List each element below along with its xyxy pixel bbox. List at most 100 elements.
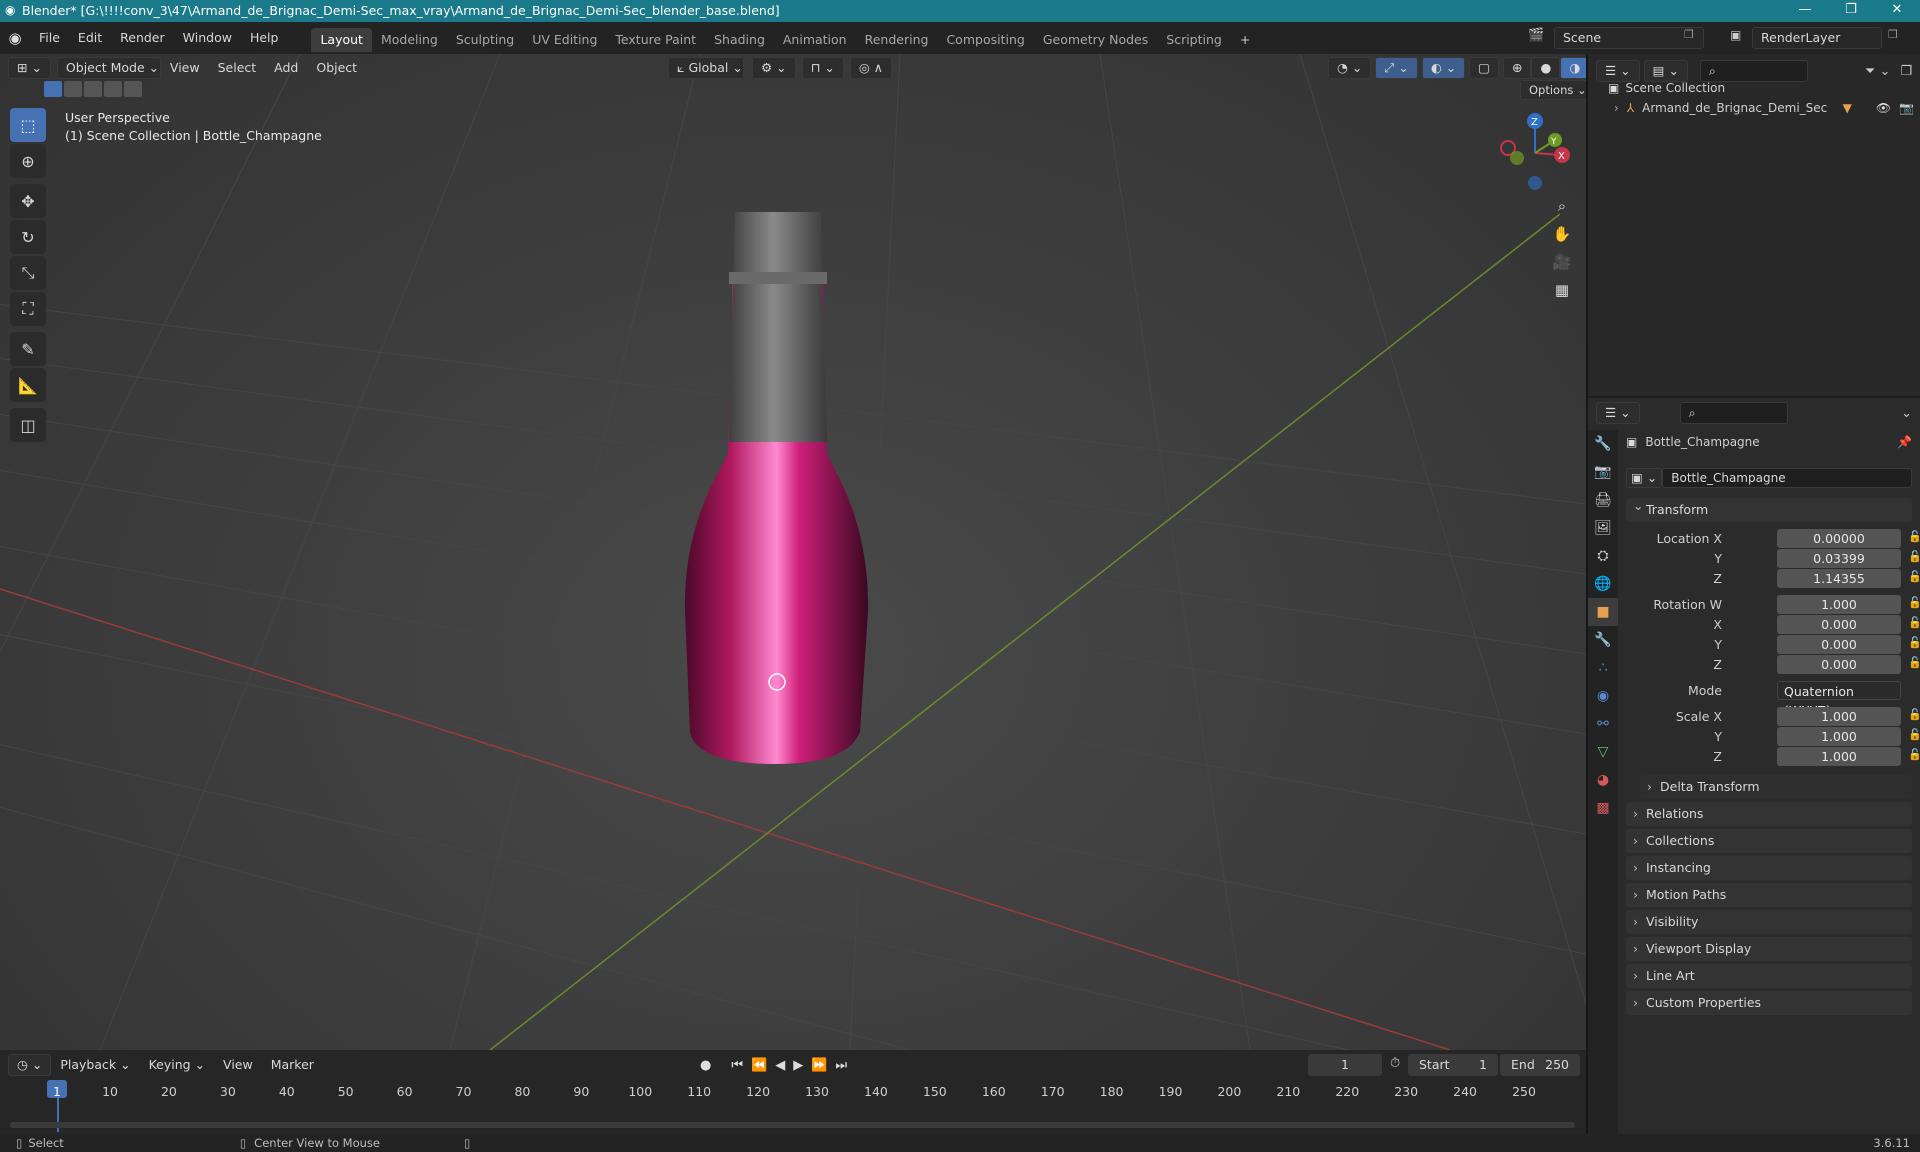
scale-z-field[interactable]: 1.000 xyxy=(1777,747,1901,766)
tab-rendering[interactable]: Rendering xyxy=(856,28,938,52)
scene-selector[interactable]: Scene xyxy=(1554,27,1704,49)
rotation-mode-dropdown[interactable]: Quaternion (WXYZ) ⌄ xyxy=(1777,681,1901,718)
viewport-display-section[interactable]: Viewport Display xyxy=(1626,937,1912,961)
object-mode-dropdown[interactable]: Object Mode ⌄ xyxy=(56,57,161,79)
scale-y-field[interactable]: 1.000 xyxy=(1777,727,1901,746)
tab-shading[interactable]: Shading xyxy=(705,28,774,52)
zoom-icon[interactable]: ⌕ xyxy=(1548,192,1576,220)
relations-section[interactable]: Relations xyxy=(1626,802,1912,826)
timeline-scrollbar[interactable] xyxy=(10,1122,1575,1128)
particles-tab-icon[interactable]: ∴ xyxy=(1588,654,1618,682)
new-scene-icon[interactable]: ❐ xyxy=(1684,28,1694,41)
view-layer-selector[interactable]: RenderLayer xyxy=(1752,27,1882,49)
measure-tool[interactable]: 📐 xyxy=(10,368,46,402)
render-camera-icon[interactable]: 📷 xyxy=(1899,101,1914,115)
wireframe-shading-icon[interactable]: ⊕ xyxy=(1502,57,1532,79)
jump-end-icon[interactable]: ⏭ xyxy=(835,1058,847,1073)
pan-hand-icon[interactable]: ✋ xyxy=(1548,220,1576,248)
menu-window[interactable]: Window xyxy=(174,22,241,54)
lock-icon[interactable]: 🔓 xyxy=(1908,636,1920,649)
properties-search-input[interactable]: ⌕ xyxy=(1679,402,1788,424)
move-tool[interactable]: ✥ xyxy=(10,184,46,218)
lock-icon[interactable]: 🔓 xyxy=(1908,728,1920,741)
filter-icon[interactable]: ⏷ ⌄ xyxy=(1865,64,1890,79)
rotation-y-field[interactable]: 0.000 xyxy=(1777,635,1901,654)
cursor-tool[interactable]: ⊕ xyxy=(10,144,46,178)
texture-tab-icon[interactable]: ▩ xyxy=(1588,794,1618,822)
tab-texture-paint[interactable]: Texture Paint xyxy=(606,28,705,52)
viewport-menu-view[interactable]: View xyxy=(161,54,209,82)
next-keyframe-icon[interactable]: ⏩ xyxy=(811,1058,827,1073)
lock-icon[interactable]: 🔓 xyxy=(1908,656,1920,669)
perspective-toggle-icon[interactable]: ▦ xyxy=(1548,276,1576,304)
play-icon[interactable]: ▶ xyxy=(793,1058,803,1073)
rotation-z-field[interactable]: 0.000 xyxy=(1777,655,1901,674)
expand-arrow-icon[interactable]: › xyxy=(1614,101,1619,115)
play-reverse-icon[interactable]: ◀ xyxy=(775,1058,785,1073)
champagne-bottle-object[interactable] xyxy=(655,212,915,772)
minimize-button[interactable]: — xyxy=(1782,0,1828,22)
collections-section[interactable]: Collections xyxy=(1626,829,1912,853)
output-tab-icon[interactable]: 🖨 xyxy=(1588,486,1618,514)
select-intersect-icon[interactable] xyxy=(124,81,142,97)
lock-icon[interactable]: 🔓 xyxy=(1908,550,1920,563)
tab-scripting[interactable]: Scripting xyxy=(1157,28,1231,52)
solid-shading-icon[interactable]: ● xyxy=(1531,57,1561,79)
options-dropdown[interactable]: Options ⌄ xyxy=(1520,80,1596,100)
add-workspace-button[interactable]: + xyxy=(1231,28,1259,52)
snap-icon[interactable]: ⊓ ⌄ xyxy=(801,57,844,79)
menu-help[interactable]: Help xyxy=(241,22,288,54)
tab-layout[interactable]: Layout xyxy=(311,28,372,52)
timeline-menu-playback[interactable]: Playback ⌄ xyxy=(51,1054,139,1076)
lock-icon[interactable]: 🔓 xyxy=(1908,530,1920,543)
timeline-menu-keying[interactable]: Keying ⌄ xyxy=(140,1054,214,1076)
lock-icon[interactable]: 🔓 xyxy=(1908,596,1920,609)
timeline-menu-view[interactable]: View xyxy=(214,1054,262,1076)
select-new-icon[interactable] xyxy=(44,81,62,97)
delta-transform-section[interactable]: Delta Transform xyxy=(1640,775,1912,799)
pin-icon[interactable]: 📌 xyxy=(1897,435,1912,449)
select-extend-icon[interactable] xyxy=(64,81,82,97)
jump-start-icon[interactable]: ⏮ xyxy=(731,1058,743,1073)
object-tab-icon[interactable]: ■ xyxy=(1588,598,1618,626)
current-frame-field[interactable]: 1 xyxy=(1308,1054,1382,1076)
gizmo-toggle-icon[interactable]: ⤢ ⌄ xyxy=(1375,57,1418,79)
blender-menu-icon[interactable]: ◉ xyxy=(0,29,30,47)
scale-tool[interactable]: ⤡ xyxy=(10,256,46,290)
maximize-button[interactable]: ❐ xyxy=(1828,0,1874,22)
new-view-layer-icon[interactable]: ❐ xyxy=(1888,28,1898,41)
lock-icon[interactable]: 🔓 xyxy=(1908,616,1920,629)
record-icon[interactable]: ● xyxy=(700,1058,711,1073)
new-collection-icon[interactable]: ❐ xyxy=(1900,64,1912,79)
add-cube-tool[interactable]: ◫ xyxy=(10,408,46,442)
material-tab-icon[interactable]: ◕ xyxy=(1588,766,1618,794)
line-art-section[interactable]: Line Art xyxy=(1626,964,1912,988)
lock-icon[interactable]: 🔓 xyxy=(1908,570,1920,583)
lock-icon[interactable]: 🔓 xyxy=(1908,748,1920,761)
location-y-field[interactable]: 0.03399 xyxy=(1777,549,1901,568)
tool-tab-icon[interactable]: 🔧 xyxy=(1588,430,1618,458)
object-name-field[interactable]: Bottle_Champagne xyxy=(1662,468,1912,488)
viewport-menu-select[interactable]: Select xyxy=(209,54,266,82)
tab-sculpting[interactable]: Sculpting xyxy=(447,28,523,52)
viewport-menu-add[interactable]: Add xyxy=(265,54,307,82)
tab-animation[interactable]: Animation xyxy=(774,28,856,52)
rotation-x-field[interactable]: 0.000 xyxy=(1777,615,1901,634)
annotate-tool[interactable]: ✎ xyxy=(10,332,46,366)
view-layer-tab-icon[interactable]: 🖼 xyxy=(1588,514,1618,542)
location-z-field[interactable]: 1.14355 xyxy=(1777,569,1901,588)
data-block-type-icon[interactable]: ▣ ⌄ xyxy=(1626,468,1663,488)
scene-tab-icon[interactable]: ⛭ xyxy=(1588,542,1618,570)
properties-options-icon[interactable]: ⌄ xyxy=(1901,406,1912,421)
constraints-tab-icon[interactable]: ⚯ xyxy=(1588,710,1618,738)
tab-uv-editing[interactable]: UV Editing xyxy=(523,28,606,52)
material-shading-icon[interactable]: ◑ xyxy=(1560,57,1590,79)
proportional-edit-icon[interactable]: ◎ ∧ xyxy=(849,57,892,79)
end-frame-field[interactable]: End 250 xyxy=(1500,1054,1580,1076)
data-tab-icon[interactable]: ▽ xyxy=(1588,738,1618,766)
properties-editor-type-icon[interactable]: ☰ ⌄ xyxy=(1596,402,1640,424)
render-tab-icon[interactable]: 📷 xyxy=(1588,458,1618,486)
start-frame-field[interactable]: Start 1 xyxy=(1408,1054,1498,1076)
3d-viewport[interactable] xyxy=(0,54,1586,1050)
outliner-scene-collection[interactable]: ▣ Scene Collection xyxy=(1608,78,1725,98)
